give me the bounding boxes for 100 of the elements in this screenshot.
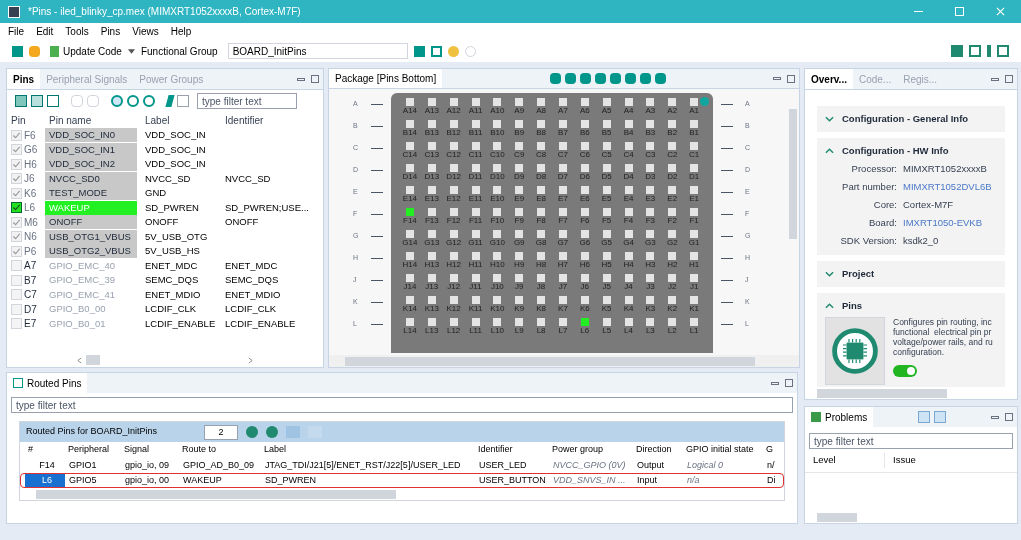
pin-pad[interactable]: [690, 208, 699, 216]
perspective-icon[interactable]: [997, 45, 1009, 57]
pin-pad[interactable]: [427, 164, 436, 172]
pin-pad[interactable]: [537, 318, 546, 326]
column-header[interactable]: Signal: [120, 443, 178, 457]
pin-pad[interactable]: [624, 318, 633, 326]
column-header[interactable]: Route to: [178, 443, 260, 457]
column-header[interactable]: Identifier: [221, 112, 311, 128]
pin-pad[interactable]: [449, 252, 458, 260]
pin-pad[interactable]: [602, 186, 611, 194]
selected-table-row[interactable]: L6 GPIO5 gpio_io, 00 WAKEUP SD_PWREN USER_BUTTON VDD_SNVS_IN ... Input n/a Di: [20, 473, 784, 488]
pin-pad[interactable]: [493, 252, 502, 260]
pin-pad[interactable]: [537, 252, 546, 260]
toolbar-icon[interactable]: [413, 45, 425, 57]
menu-item[interactable]: File: [8, 24, 25, 39]
toolbar-icon[interactable]: [594, 73, 606, 84]
column-header[interactable]: Issue: [885, 453, 916, 468]
pin-pad[interactable]: [405, 252, 414, 260]
pin-pad[interactable]: [405, 120, 414, 128]
pin-pad[interactable]: [427, 274, 436, 282]
pin-pad[interactable]: [668, 208, 677, 216]
pin-pad[interactable]: [558, 186, 567, 194]
column-header[interactable]: Power group: [548, 443, 632, 457]
pin-pad[interactable]: [646, 208, 655, 216]
pin-pad[interactable]: [471, 186, 480, 194]
maximize-icon[interactable]: [787, 74, 795, 83]
pin-pad[interactable]: [537, 120, 546, 128]
pin-pad[interactable]: [493, 142, 502, 150]
pin-pad[interactable]: [558, 230, 567, 238]
pin-pad[interactable]: [580, 142, 589, 150]
toolbar-icon[interactable]: [143, 95, 155, 107]
pin-pad[interactable]: [427, 186, 436, 194]
pin-pad[interactable]: [449, 164, 458, 172]
pin-pad[interactable]: [449, 186, 458, 194]
pin-pad[interactable]: [690, 230, 699, 238]
menu-item[interactable]: Help: [170, 24, 192, 39]
pin-pad[interactable]: [602, 120, 611, 128]
panel-tab[interactable]: Problems: [805, 407, 874, 427]
collapse-chevron-icon[interactable]: [825, 148, 834, 155]
pin-pad[interactable]: [493, 186, 502, 194]
pin-pad[interactable]: [515, 142, 524, 150]
pin-pad[interactable]: [405, 230, 414, 238]
pin-pad[interactable]: [668, 274, 677, 282]
minimize-icon[interactable]: [991, 77, 999, 81]
toolbar-icon[interactable]: [639, 73, 651, 84]
toolbar-icon[interactable]: [111, 95, 123, 107]
minimize-icon[interactable]: [297, 77, 305, 81]
pin-pad[interactable]: [690, 186, 699, 194]
pin-pad[interactable]: [427, 296, 436, 304]
pin-pad[interactable]: [580, 274, 589, 282]
pin-pad[interactable]: [646, 186, 655, 194]
pin-pad[interactable]: [668, 252, 677, 260]
pin-pad[interactable]: [646, 142, 655, 150]
pin-pad[interactable]: [405, 186, 414, 194]
pin-pad[interactable]: [602, 252, 611, 260]
toolbar-icon[interactable]: [31, 95, 43, 107]
pin-pad[interactable]: [558, 274, 567, 282]
maximize-icon[interactable]: [1005, 75, 1013, 83]
pin-pad[interactable]: [580, 208, 589, 216]
pin-pad[interactable]: [580, 230, 589, 238]
pin-pad[interactable]: [493, 164, 502, 172]
pin-pad[interactable]: [493, 318, 502, 326]
pin-pad[interactable]: [405, 208, 414, 216]
pin-pad[interactable]: [427, 318, 436, 326]
caret-icon[interactable]: [127, 48, 135, 54]
panel-tab[interactable]: Package [Pins Bottom]: [329, 69, 443, 88]
pin-pad[interactable]: [668, 164, 677, 172]
pin-pad[interactable]: [646, 274, 655, 282]
toolbar-icon[interactable]: [177, 95, 189, 107]
pin-pad[interactable]: [471, 318, 480, 326]
section-title[interactable]: Configuration - HW Info: [842, 144, 949, 159]
menu-item[interactable]: Tools: [65, 24, 89, 39]
pin-pad[interactable]: [602, 296, 611, 304]
maximize-icon[interactable]: [1005, 413, 1013, 421]
pin-pad[interactable]: [558, 142, 567, 150]
pin-pad[interactable]: [690, 318, 699, 326]
panel-tab[interactable]: Routed Pins: [7, 373, 88, 393]
pin-pad[interactable]: [493, 274, 502, 282]
pin-pad[interactable]: [624, 186, 633, 194]
checkbox[interactable]: [11, 202, 22, 214]
pin-pad[interactable]: [537, 98, 546, 106]
pin-pad[interactable]: [449, 98, 458, 106]
pin-pad[interactable]: [427, 230, 436, 238]
pin-pad[interactable]: [471, 296, 480, 304]
pin-pad[interactable]: [558, 164, 567, 172]
pin-pad[interactable]: [427, 208, 436, 216]
pin-pad[interactable]: [537, 142, 546, 150]
pin-pad[interactable]: [471, 142, 480, 150]
pin-pad[interactable]: [449, 120, 458, 128]
pin-pad[interactable]: [493, 120, 502, 128]
menu-item[interactable]: Views: [132, 24, 159, 39]
pin-pad[interactable]: [471, 230, 480, 238]
pin-pad[interactable]: [471, 120, 480, 128]
pin-pad[interactable]: [602, 164, 611, 172]
pin-pad[interactable]: [580, 120, 589, 128]
filter-field[interactable]: type filter text: [11, 397, 793, 413]
pin-pad[interactable]: [624, 142, 633, 150]
scrollbar-thumb[interactable]: [86, 355, 100, 365]
pin-pad[interactable]: [624, 296, 633, 304]
column-header[interactable]: Pin name: [45, 112, 141, 128]
